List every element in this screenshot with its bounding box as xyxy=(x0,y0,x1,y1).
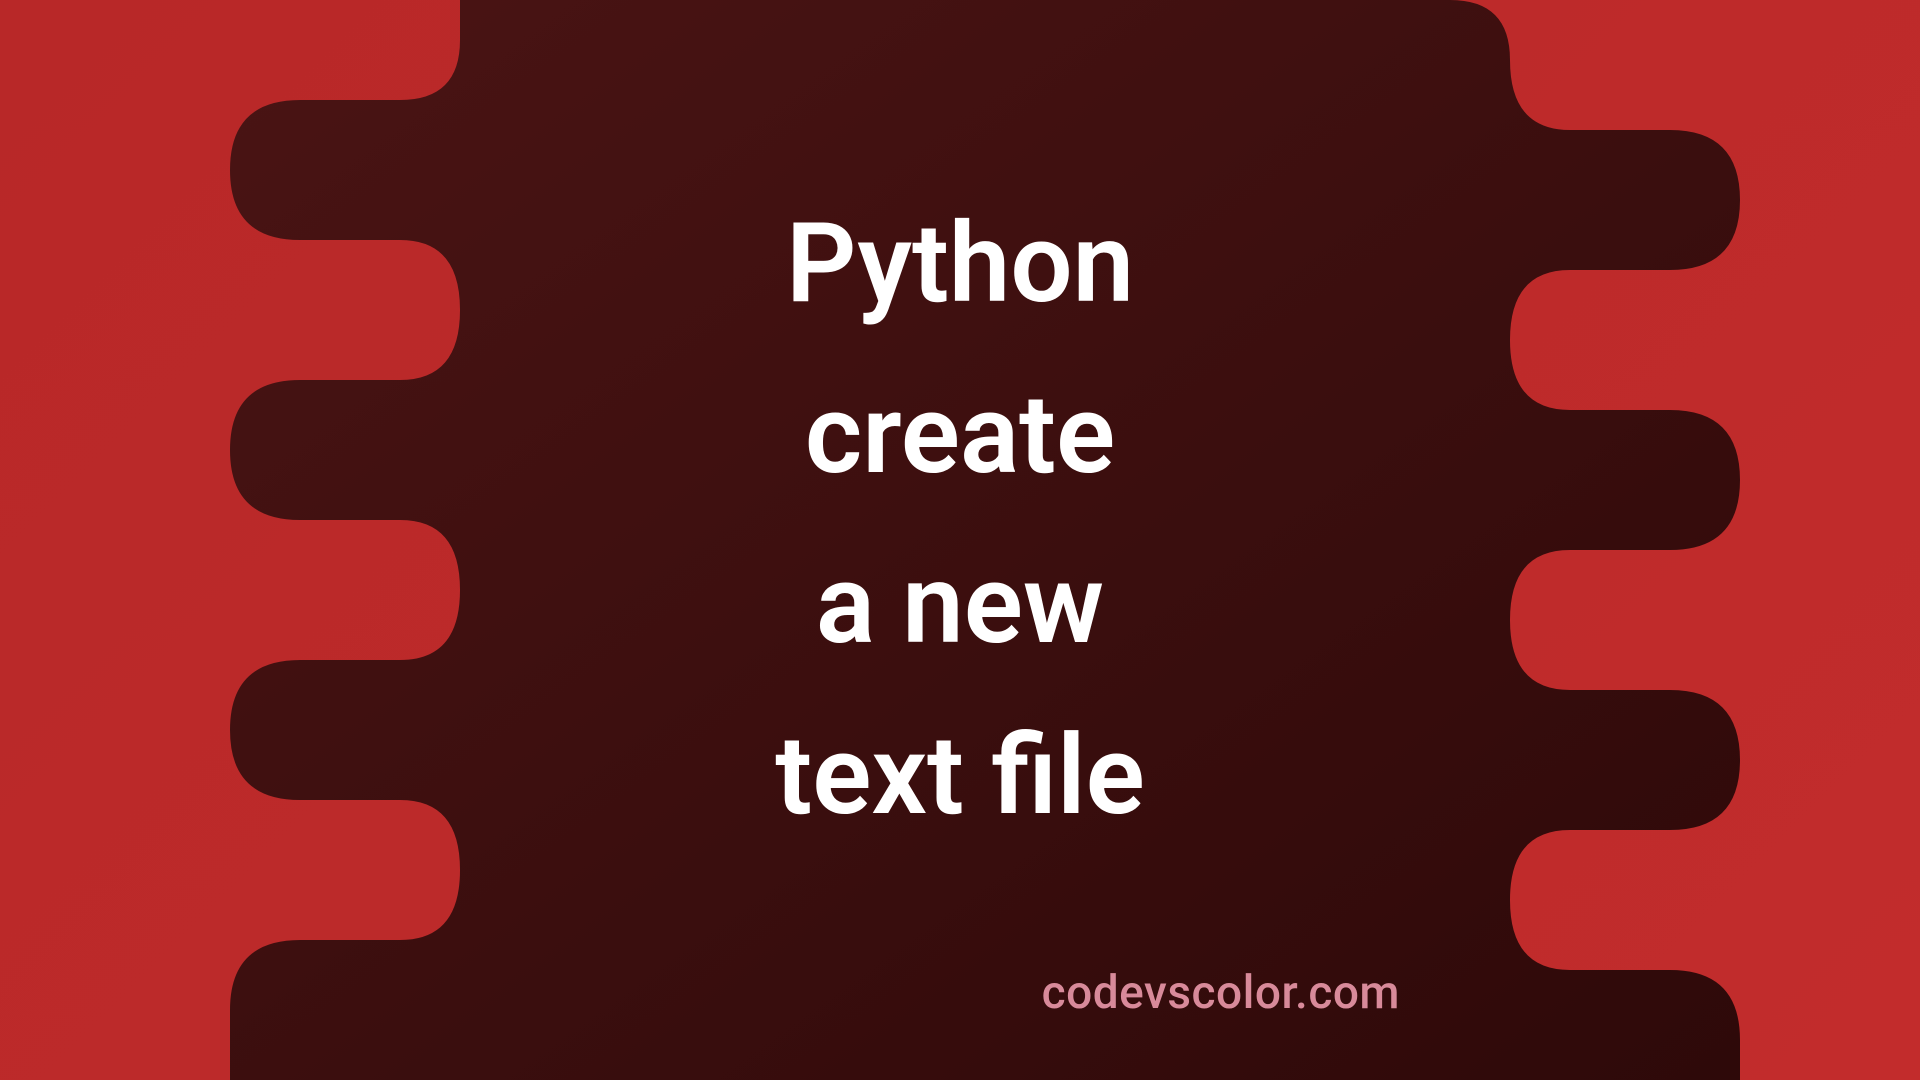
title-line-2: create xyxy=(775,350,1145,521)
site-credit: codevscolor.com xyxy=(1042,966,1400,1020)
main-title: Python create a new text file xyxy=(775,179,1145,861)
title-line-1: Python xyxy=(775,179,1145,350)
title-line-4: text file xyxy=(775,691,1145,862)
title-line-3: a new xyxy=(775,520,1145,691)
